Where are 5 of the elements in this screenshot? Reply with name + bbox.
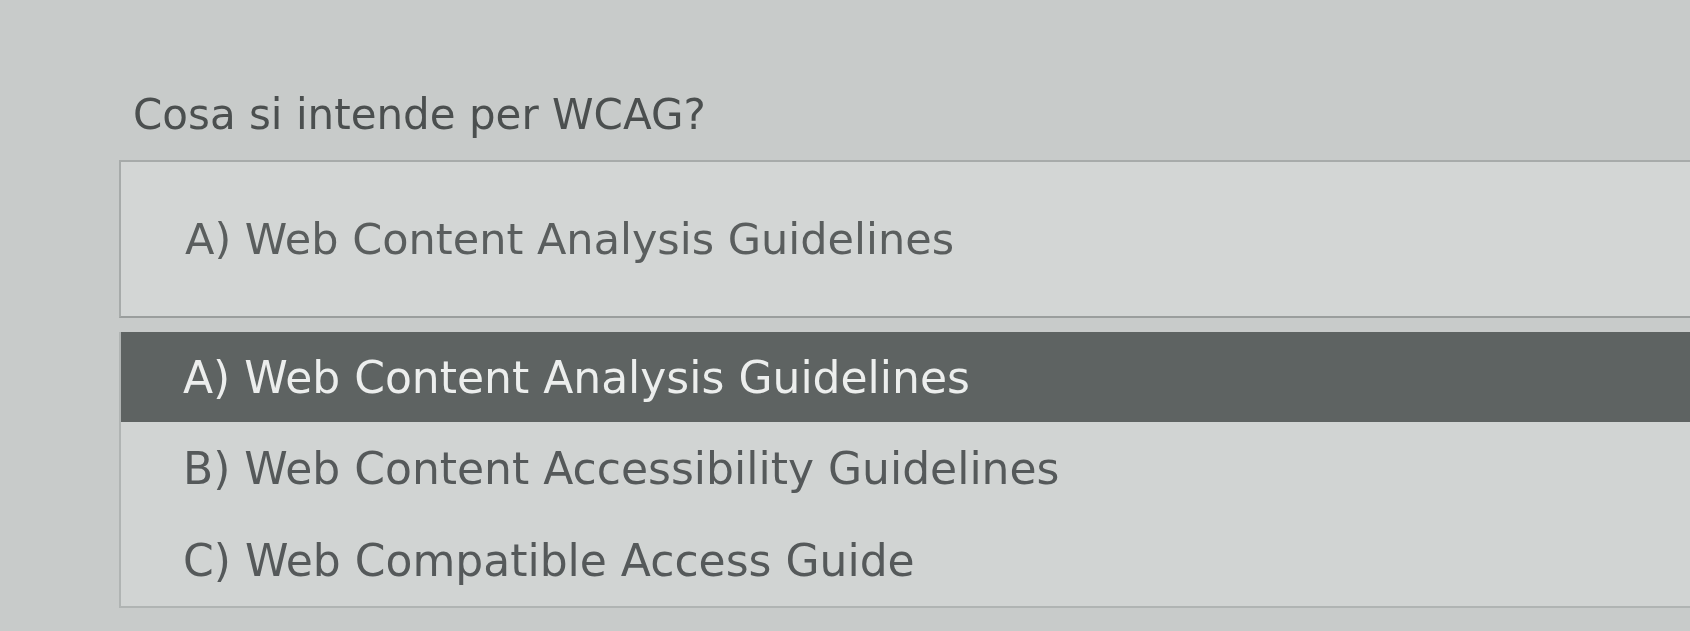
dropdown-option[interactable]: B) Web Content Accessibility Guidelines (121, 422, 1690, 514)
dropdown-option[interactable]: A) Web Content Analysis Guidelines (121, 332, 1690, 422)
question-text: Cosa si intende per WCAG? (133, 90, 706, 140)
select-field[interactable]: A) Web Content Analysis Guidelines (119, 160, 1690, 318)
dropdown-option[interactable]: C) Web Compatible Access Guide (121, 514, 1690, 606)
